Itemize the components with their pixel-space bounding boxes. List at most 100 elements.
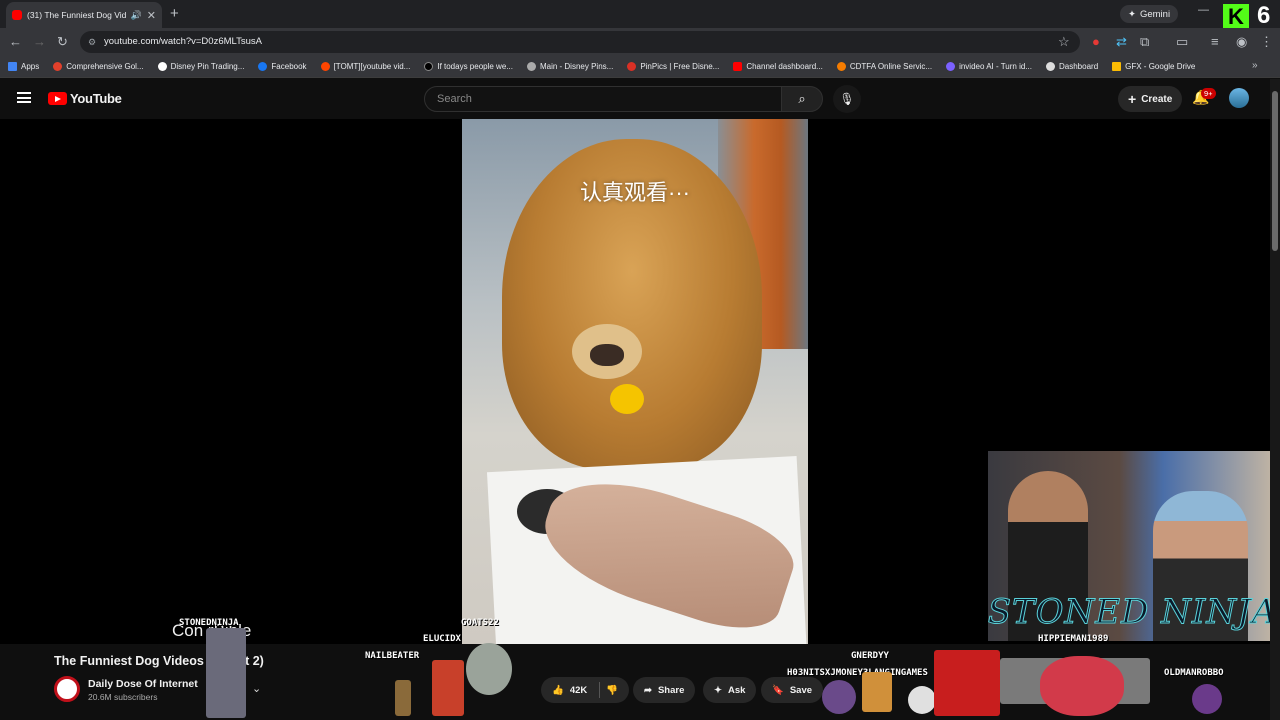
kick-counter: 6: [1257, 2, 1271, 29]
microphone-icon: 🎙: [839, 92, 855, 106]
bookmark-star-icon[interactable]: ☆: [1058, 34, 1070, 50]
gemini-label: Gemini: [1139, 8, 1171, 20]
kick-logo: K: [1223, 4, 1249, 30]
youtube-play-icon: [48, 92, 67, 105]
new-tab-icon[interactable]: +: [170, 5, 179, 22]
save-button[interactable]: 🔖 Save: [761, 677, 824, 703]
browser-tab-youtube[interactable]: (31) The Funniest Dog Vide 🔊 ✕: [6, 2, 162, 28]
warrior-sprite-icon: [395, 680, 411, 716]
sidepanel-icon[interactable]: ▭: [1176, 34, 1188, 50]
tiktok-icon: [424, 62, 434, 71]
chevron-down-icon[interactable]: ⌄: [252, 682, 261, 695]
plus-icon: +: [1128, 91, 1137, 107]
bookmark-item[interactable]: PinPics | Free Disne...: [627, 62, 719, 71]
forward-icon[interactable]: →: [33, 34, 46, 49]
bookmark-item[interactable]: Comprehensive Gol...: [53, 62, 144, 71]
youtube-header: YouTube Search ⌕ 🎙 + Create 🔔 9+: [0, 79, 1280, 119]
chat-name: H03NITSXJMONEY3LANGINGAMES: [787, 668, 928, 678]
rubber-duck-tag: [610, 384, 644, 414]
extension-blue-icon[interactable]: ⇄: [1116, 34, 1127, 50]
chat-name: NAILBEATER: [365, 651, 420, 661]
menu-kebab-icon[interactable]: ⋮: [1260, 34, 1273, 50]
cat-sprite-icon: [908, 686, 936, 714]
minimize-icon[interactable]: —: [1198, 4, 1209, 16]
chat-name: HIPPIEMAN1989: [1038, 634, 1109, 644]
ufo-sprite-icon: [466, 643, 512, 695]
bookmark-item[interactable]: Channel dashboard...: [733, 62, 823, 71]
youtube-wordmark: YouTube: [70, 91, 122, 106]
sparkle-icon: ✦: [714, 684, 722, 696]
share-button[interactable]: ➦ Share: [633, 677, 696, 703]
gemini-button[interactable]: ✦ Gemini: [1120, 5, 1179, 23]
speaker-icon[interactable]: 🔊: [131, 10, 142, 21]
ask-label: Ask: [727, 684, 746, 696]
ghost-sprite-icon: [822, 680, 856, 714]
bookmark-item[interactable]: Facebook: [258, 62, 307, 71]
create-button[interactable]: + Create: [1118, 86, 1183, 112]
chat-name: GOATS22: [461, 618, 499, 628]
search-input[interactable]: Search: [424, 86, 782, 112]
address-bar[interactable]: ⚙ youtube.com/watch?v=D0z6MLTsusA: [80, 31, 1080, 53]
browser-navbar: ← → ↻ ⚙ youtube.com/watch?v=D0z6MLTsusA …: [0, 28, 1280, 56]
site-info-icon[interactable]: ⚙: [88, 31, 96, 53]
bookmark-item[interactable]: GFX - Google Drive: [1112, 62, 1195, 71]
url-text: youtube.com/watch?v=D0z6MLTsusA: [104, 36, 262, 47]
bookmark-item[interactable]: [TOMT][youtube vid...: [320, 62, 410, 71]
bookmark-item[interactable]: Main - Disney Pins...: [526, 62, 613, 71]
search-button[interactable]: ⌕: [781, 86, 823, 112]
video-frame[interactable]: 认真观看···: [462, 119, 808, 644]
stoned-ninja-logo: STONED NINJA: [987, 592, 1278, 633]
account-avatar[interactable]: [1229, 88, 1249, 108]
like-button[interactable]: 👍 42K 👎: [541, 677, 630, 703]
ask-button[interactable]: ✦ Ask: [703, 677, 757, 703]
page-scrollbar[interactable]: [1270, 79, 1280, 720]
chat-name: ELUCIDX: [423, 634, 461, 644]
search-icon: ⌕: [798, 91, 806, 106]
youtube-studio-icon: [733, 62, 743, 71]
share-label: Share: [657, 684, 685, 696]
extensions-puzzle-icon[interactable]: ⧉: [1140, 34, 1149, 50]
chat-name: OLDMANROBBO: [1164, 668, 1224, 678]
bookmark-favicon-icon: [836, 62, 846, 71]
back-icon[interactable]: ←: [9, 34, 22, 49]
sparkle-icon: ✦: [1128, 8, 1136, 20]
bookmark-favicon-icon: [157, 62, 167, 71]
voice-search-button[interactable]: 🎙: [833, 85, 861, 113]
reddit-icon: [320, 62, 330, 71]
like-divider: [599, 682, 601, 698]
apps-grid-icon: [8, 62, 17, 71]
save-label: Save: [789, 684, 813, 696]
bookmark-item[interactable]: CDTFA Online Servic...: [836, 62, 932, 71]
pirate-sprite-icon: [432, 660, 464, 716]
close-tab-icon[interactable]: ✕: [147, 9, 156, 22]
scrollbar-thumb[interactable]: [1272, 91, 1278, 251]
dog-nose: [590, 344, 624, 366]
youtube-favicon-icon: [12, 10, 22, 20]
browser-tabstrip: (31) The Funniest Dog Vide 🔊 ✕ + ✦ Gemin…: [0, 0, 1280, 30]
youtube-logo[interactable]: YouTube: [48, 91, 122, 106]
thumbs-down-icon[interactable]: 👎: [606, 685, 618, 696]
bookmark-item[interactable]: If todays people we...: [424, 62, 513, 71]
guide-menu-icon[interactable]: [17, 92, 31, 103]
profile-icon[interactable]: ◉: [1236, 34, 1247, 50]
reload-icon[interactable]: ↻: [57, 34, 68, 50]
media-control-icon[interactable]: ≡: [1211, 34, 1219, 49]
chat-name: STONEDNINJA: [179, 618, 239, 628]
bookmark-item[interactable]: Disney Pin Trading...: [157, 62, 244, 71]
bookmark-favicon-icon: [53, 62, 63, 71]
bookmark-item[interactable]: Dashboard: [1046, 62, 1098, 71]
bookmark-item[interactable]: Apps: [8, 62, 39, 71]
extension-red-icon[interactable]: ●: [1092, 34, 1100, 49]
tab-title: (31) The Funniest Dog Vide: [27, 10, 126, 20]
subscriber-count: 20.6M subscribers: [88, 692, 158, 702]
invideo-icon: [946, 62, 956, 71]
bookmark-item[interactable]: invideo AI - Turn id...: [946, 62, 1032, 71]
create-label: Create: [1141, 93, 1173, 105]
like-count: 42K: [569, 684, 588, 696]
chat-name: GNERDYY: [851, 651, 889, 661]
knuckles-sprite-icon: [1040, 656, 1124, 716]
channel-avatar[interactable]: [54, 676, 80, 702]
bookmarks-overflow-icon[interactable]: »: [1252, 60, 1258, 71]
channel-name[interactable]: Daily Dose Of Internet: [88, 678, 198, 690]
bookmark-favicon-icon: [526, 62, 536, 71]
